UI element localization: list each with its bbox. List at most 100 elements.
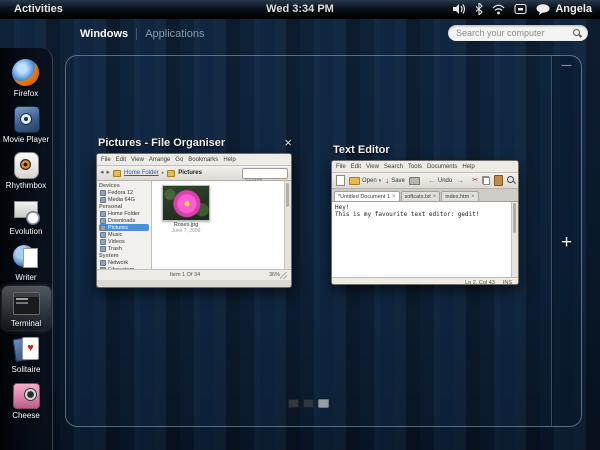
menu-bookmarks[interactable]: Bookmarks bbox=[188, 156, 218, 164]
sidebar-item-media-64g[interactable]: Media 64G bbox=[99, 196, 149, 203]
dock: FirefoxMovie PlayerRhythmboxEvolution Wri… bbox=[0, 48, 53, 450]
tab-close-icon[interactable]: × bbox=[433, 194, 437, 200]
open-button[interactable]: Open ▾ bbox=[349, 177, 381, 185]
tab-applications[interactable]: Applications bbox=[137, 28, 212, 40]
window-title: Pictures - File Organiser × bbox=[96, 136, 292, 153]
top-bar: Activities Wed 3:34 PM bbox=[0, 0, 600, 19]
editor-tab--untitled-document-1[interactable]: *Untitled Document 1× bbox=[334, 191, 400, 201]
save-button[interactable]: ↓ Save bbox=[385, 177, 405, 185]
file-content[interactable]: Roses.jpg June 7, 2009 bbox=[152, 181, 291, 269]
workspace-dot-2[interactable] bbox=[303, 399, 314, 408]
sidebar-item-music[interactable]: Music bbox=[99, 231, 149, 238]
new-button[interactable] bbox=[336, 175, 345, 186]
search-input[interactable] bbox=[454, 27, 573, 39]
search-box[interactable] bbox=[448, 25, 588, 41]
menu-tools[interactable]: Tools bbox=[408, 163, 422, 171]
volume-icon[interactable] bbox=[453, 3, 466, 15]
sidebar-item-filesystem[interactable]: Filesystem bbox=[99, 266, 149, 269]
sidebar-item-fedora-12[interactable]: Fedora 12 bbox=[99, 189, 149, 196]
network-icon[interactable] bbox=[492, 4, 505, 15]
menu-file[interactable]: File bbox=[336, 163, 346, 171]
file-search-box[interactable] bbox=[242, 168, 288, 179]
menu-go[interactable]: Go bbox=[175, 156, 183, 164]
open-folder-icon bbox=[349, 177, 360, 185]
file-thumbnail-item[interactable]: Roses.jpg June 7, 2009 bbox=[160, 185, 212, 234]
place-icon bbox=[100, 232, 106, 238]
input-source-icon[interactable] bbox=[514, 3, 527, 15]
dock-item-firefox[interactable]: Firefox bbox=[2, 56, 51, 100]
workspace-dot-3[interactable] bbox=[318, 399, 329, 408]
menu-search[interactable]: Search bbox=[384, 163, 403, 171]
text-area[interactable]: Hey!This is my favourite text editor: ge… bbox=[332, 202, 518, 277]
redo-button[interactable]: → bbox=[456, 177, 464, 185]
writer-icon bbox=[11, 243, 41, 271]
cut-icon: ✂ bbox=[472, 177, 478, 185]
file-organiser-body: File Edit View Arrange Go Bookmarks Help ◂ ▸ H… bbox=[96, 153, 292, 288]
sidebar-item-downloads[interactable]: Downloads bbox=[99, 217, 149, 224]
sidebar-item-trash[interactable]: Trash bbox=[99, 245, 149, 252]
editor-tab-softcats-txt[interactable]: softcats.txt× bbox=[401, 191, 441, 201]
menu-view[interactable]: View bbox=[366, 163, 379, 171]
dock-item-movie-player[interactable]: Movie Player bbox=[2, 102, 51, 146]
scrollbar[interactable] bbox=[511, 202, 518, 277]
workspace-switcher-strip[interactable]: — + bbox=[551, 56, 581, 426]
sidebar-item-home-folder[interactable]: Home Folder bbox=[99, 210, 149, 217]
menu-documents[interactable]: Documents bbox=[427, 163, 457, 171]
window-title: Text Editor bbox=[331, 143, 519, 160]
breadcrumb-separator: ▸ bbox=[162, 170, 165, 176]
zoom-level: 36% bbox=[269, 272, 280, 278]
sidebar-item-label: Downloads bbox=[108, 218, 135, 224]
user-menu[interactable]: Angela bbox=[536, 3, 592, 15]
dock-item-writer[interactable]: Writer bbox=[2, 240, 51, 284]
file-date: June 7, 2009 bbox=[160, 228, 212, 234]
forward-button[interactable]: ▸ bbox=[107, 167, 111, 179]
dock-item-rhythmbox[interactable]: Rhythmbox bbox=[2, 148, 51, 192]
resize-grip[interactable] bbox=[280, 272, 287, 279]
menu-help[interactable]: Help bbox=[223, 156, 235, 164]
cheese-icon bbox=[11, 381, 41, 409]
workspace-dot-1[interactable] bbox=[288, 399, 299, 408]
dock-item-terminal[interactable]: Terminal bbox=[2, 286, 51, 330]
dock-item-evolution[interactable]: Evolution bbox=[2, 194, 51, 238]
undo-button[interactable]: ← Undo bbox=[428, 177, 452, 185]
menu-file[interactable]: File bbox=[101, 156, 111, 164]
sidebar-item-pictures[interactable]: Pictures bbox=[99, 224, 149, 231]
window-text-editor[interactable]: Text Editor File Edit View Search Tools Docum… bbox=[331, 143, 519, 285]
copy-icon bbox=[482, 176, 490, 185]
dock-item-label: Writer bbox=[2, 273, 51, 282]
sidebar-item-videos[interactable]: Videos bbox=[99, 238, 149, 245]
add-workspace-button[interactable]: + bbox=[552, 232, 581, 254]
menu-help[interactable]: Help bbox=[462, 163, 474, 171]
tab-close-icon[interactable]: × bbox=[471, 194, 475, 200]
window-file-organiser[interactable]: Pictures - File Organiser × File Edit View… bbox=[96, 136, 292, 288]
cut-button[interactable]: ✂ bbox=[472, 177, 478, 185]
place-icon bbox=[100, 260, 106, 266]
file-main: DevicesFedora 12Media 64GPersonalHome Fo… bbox=[97, 181, 291, 269]
breadcrumb-home[interactable]: Home Folder bbox=[124, 170, 159, 176]
dock-item-solitaire[interactable]: Solitaire bbox=[2, 332, 51, 376]
copy-button[interactable] bbox=[482, 176, 490, 185]
text-line: This is my favourite text editor: gedit! bbox=[335, 211, 515, 218]
workspace-collapse-handle[interactable]: — bbox=[552, 60, 581, 71]
tab-windows[interactable]: Windows bbox=[72, 28, 136, 40]
find-button[interactable] bbox=[507, 176, 516, 185]
menu-edit[interactable]: Edit bbox=[351, 163, 361, 171]
sidebar-item-network[interactable]: Network bbox=[99, 259, 149, 266]
menu-edit[interactable]: Edit bbox=[116, 156, 126, 164]
text-editor-body: File Edit View Search Tools Documents Help Ope… bbox=[331, 160, 519, 285]
menu-view[interactable]: View bbox=[131, 156, 144, 164]
back-button[interactable]: ◂ bbox=[100, 167, 104, 179]
bluetooth-icon[interactable] bbox=[475, 3, 483, 15]
tab-close-icon[interactable]: × bbox=[392, 194, 396, 200]
menu-arrange[interactable]: Arrange bbox=[149, 156, 170, 164]
close-window-button[interactable]: × bbox=[284, 135, 292, 150]
scrollbar[interactable] bbox=[284, 181, 291, 269]
editor-tab-index-htm[interactable]: index.htm× bbox=[441, 191, 478, 201]
breadcrumb-current[interactable]: Pictures bbox=[178, 170, 202, 176]
paste-button[interactable] bbox=[494, 175, 503, 186]
print-button[interactable] bbox=[409, 177, 420, 185]
document-text: Hey!This is my favourite text editor: ge… bbox=[332, 202, 518, 220]
dock-item-label: Terminal bbox=[2, 319, 51, 328]
workspace-area[interactable]: Pictures - File Organiser × File Edit View… bbox=[65, 55, 582, 427]
dock-item-cheese[interactable]: Cheese bbox=[2, 378, 51, 422]
